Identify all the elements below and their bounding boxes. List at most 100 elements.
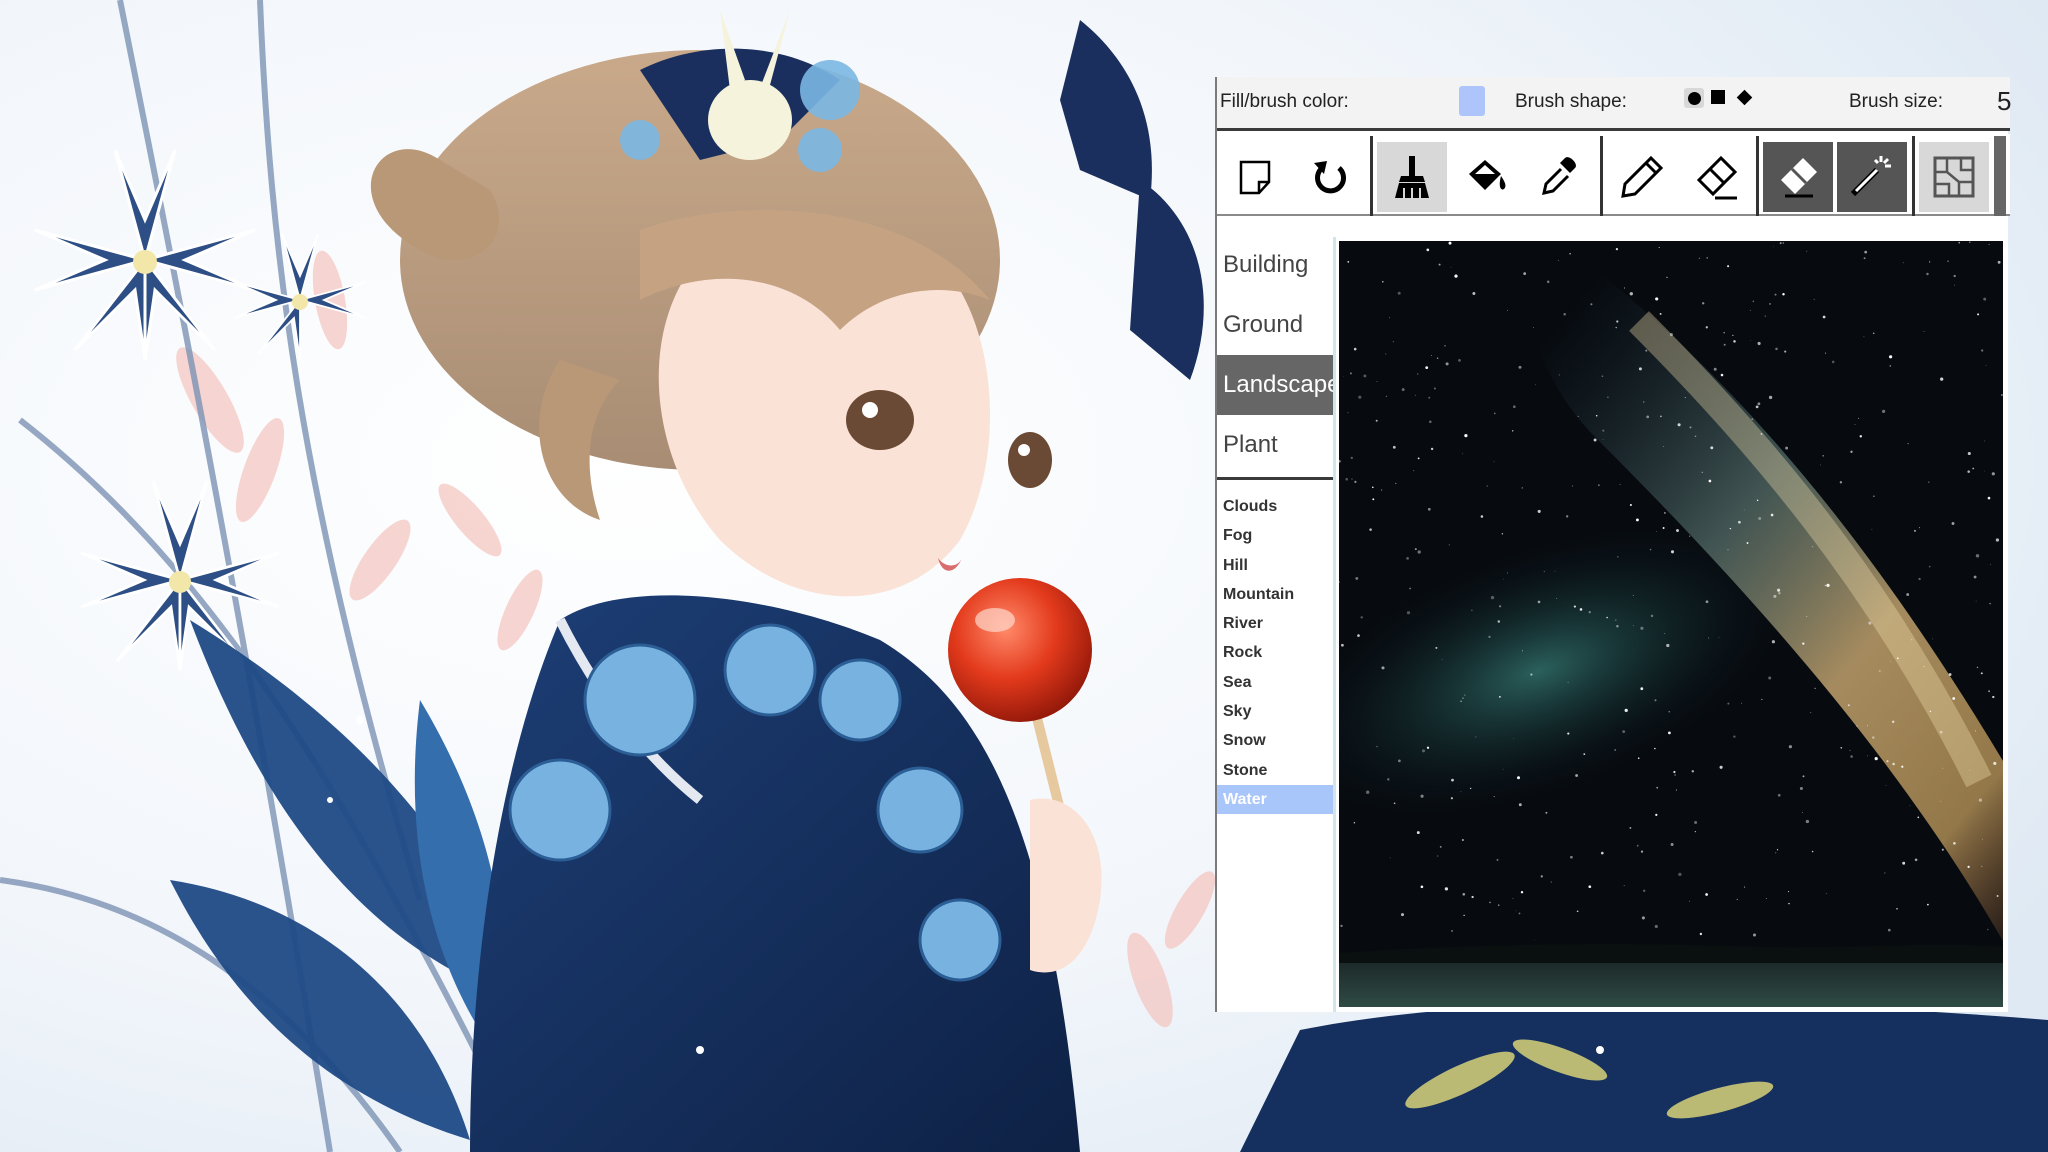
- star: [1981, 865, 1983, 868]
- star: [1460, 700, 1462, 702]
- star: [1771, 640, 1775, 644]
- line-eraser-button[interactable]: [1681, 142, 1751, 212]
- star: [1723, 343, 1726, 346]
- star: [1451, 778, 1454, 782]
- new-page-button[interactable]: [1222, 142, 1292, 212]
- star: [1629, 826, 1632, 829]
- label-item-snow[interactable]: Snow: [1217, 726, 1333, 755]
- category-item-plant[interactable]: Plant: [1217, 415, 1333, 475]
- star: [1708, 479, 1712, 483]
- star: [1967, 451, 1971, 456]
- star: [1777, 793, 1781, 797]
- star: [1573, 605, 1576, 608]
- star: [1461, 838, 1464, 842]
- star: [1782, 293, 1785, 296]
- diamond-shape-button[interactable]: [1736, 89, 1753, 106]
- star: [1953, 841, 1956, 845]
- circle-shape-button[interactable]: [1684, 88, 1704, 108]
- output-image-canvas[interactable]: [1339, 241, 2003, 1007]
- label-item-fog[interactable]: Fog: [1217, 521, 1333, 550]
- star: [1392, 341, 1394, 343]
- star: [1659, 312, 1662, 315]
- label-item-clouds[interactable]: Clouds: [1217, 492, 1333, 521]
- star: [1637, 757, 1640, 759]
- star: [1506, 572, 1508, 574]
- magic-wand-button[interactable]: [1837, 142, 1907, 212]
- star: [1543, 570, 1545, 573]
- star: [1666, 643, 1670, 648]
- star: [1513, 738, 1514, 739]
- star: [1358, 395, 1362, 399]
- star: [1638, 367, 1642, 371]
- category-item-landscape[interactable]: Landscape: [1217, 355, 1340, 415]
- star: [1420, 885, 1424, 889]
- star: [1462, 893, 1466, 896]
- star: [1969, 241, 1971, 244]
- star: [1978, 798, 1982, 802]
- star: [1439, 845, 1442, 848]
- star: [1890, 661, 1892, 662]
- star: [1623, 884, 1625, 887]
- star: [1486, 485, 1488, 487]
- star: [1512, 430, 1514, 432]
- star: [1360, 616, 1363, 619]
- star: [1918, 577, 1921, 581]
- star: [1993, 761, 1997, 765]
- category-item-ground[interactable]: Ground: [1217, 295, 1333, 355]
- star: [1376, 746, 1378, 748]
- star: [1743, 509, 1745, 511]
- star: [1490, 595, 1495, 600]
- star: [1416, 831, 1420, 835]
- eraser-icon: [1781, 158, 1817, 198]
- star: [1430, 447, 1434, 451]
- star: [1885, 785, 1887, 786]
- star: [1522, 650, 1523, 652]
- brush-size-value[interactable]: 5: [1997, 86, 2011, 117]
- category-item-building[interactable]: Building: [1217, 235, 1333, 295]
- square-shape-button[interactable]: [1711, 90, 1725, 104]
- undo-button[interactable]: [1296, 142, 1366, 212]
- toolbar-divider: [1912, 136, 1915, 216]
- label-item-water[interactable]: Water: [1217, 784, 1333, 815]
- star: [1670, 550, 1675, 554]
- paint-bucket-button[interactable]: [1451, 142, 1521, 212]
- star: [1761, 698, 1763, 700]
- star: [1503, 578, 1504, 580]
- star: [1385, 395, 1387, 397]
- star: [1417, 457, 1420, 460]
- label-item-stone[interactable]: Stone: [1217, 756, 1333, 785]
- label-item-sea[interactable]: Sea: [1217, 668, 1333, 697]
- label-item-river[interactable]: River: [1217, 609, 1333, 638]
- star: [1426, 248, 1430, 252]
- label-item-mountain[interactable]: Mountain: [1217, 580, 1333, 609]
- star: [1376, 380, 1378, 383]
- star: [1563, 313, 1566, 316]
- segment-grid-button[interactable]: [1919, 142, 1989, 212]
- star: [1425, 366, 1429, 369]
- star: [1640, 687, 1644, 691]
- star: [1705, 893, 1708, 896]
- star: [1973, 575, 1977, 579]
- star: [1616, 624, 1619, 628]
- star: [1989, 602, 1991, 605]
- label-item-rock[interactable]: Rock: [1217, 638, 1333, 667]
- eyedropper-button[interactable]: [1525, 142, 1595, 212]
- star: [1353, 347, 1357, 351]
- star: [1660, 415, 1662, 418]
- pencil-button[interactable]: [1607, 142, 1677, 212]
- brush-button[interactable]: [1377, 142, 1447, 212]
- star: [1567, 681, 1569, 683]
- star: [1588, 610, 1591, 614]
- star: [1601, 375, 1604, 378]
- star: [1602, 429, 1605, 432]
- new-page-icon: [1239, 160, 1271, 195]
- label-item-sky[interactable]: Sky: [1217, 697, 1333, 726]
- star: [1727, 265, 1730, 268]
- star: [2001, 394, 2003, 396]
- fill-color-swatch[interactable]: [1459, 86, 1485, 116]
- star: [1872, 736, 1875, 739]
- label-item-hill[interactable]: Hill: [1217, 551, 1333, 580]
- star: [1840, 746, 1843, 749]
- eraser-button[interactable]: [1763, 142, 1833, 212]
- star: [1881, 409, 1886, 414]
